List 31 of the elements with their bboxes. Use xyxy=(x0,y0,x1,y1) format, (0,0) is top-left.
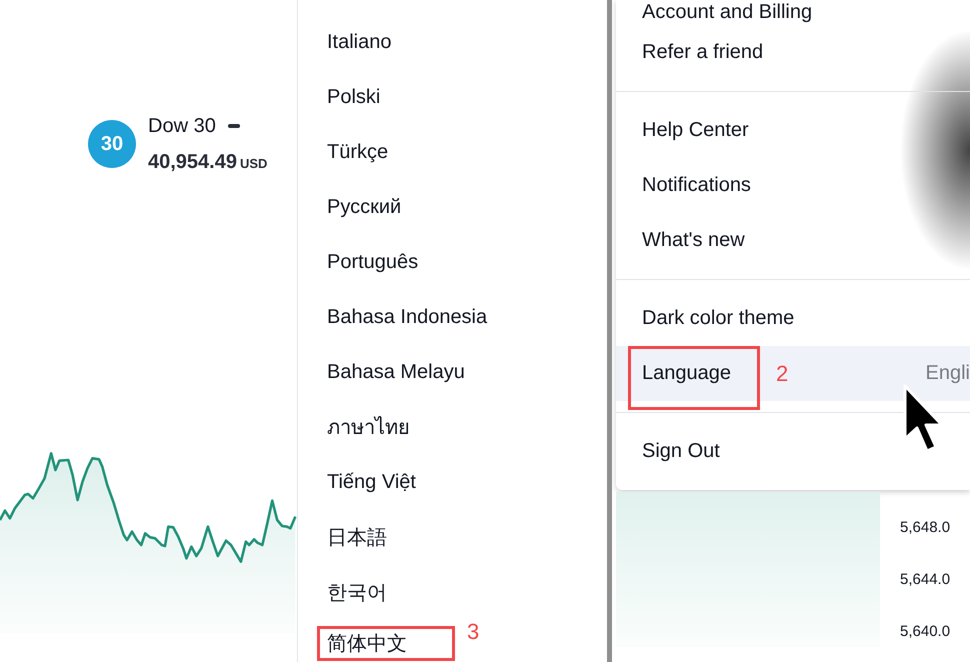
annotation-number: 2 xyxy=(776,360,788,386)
language-option[interactable]: Bahasa Indonesia xyxy=(298,303,607,331)
menu-item[interactable]: What's new xyxy=(616,213,970,268)
language-option[interactable]: 日本語 xyxy=(298,523,607,551)
language-option[interactable]: ภาษาไทย xyxy=(298,413,607,441)
menu-item[interactable]: Notifications xyxy=(616,158,970,213)
symbol-name: Dow 30 xyxy=(148,114,216,139)
annotation-number: 3 xyxy=(467,620,480,644)
menu-item-value: Engli xyxy=(926,362,970,385)
language-option[interactable]: Bahasa Melayu xyxy=(298,358,607,386)
language-option[interactable]: Italiano xyxy=(298,28,607,56)
menu-item[interactable]: Dark color theme xyxy=(616,291,970,346)
language-option[interactable]: 简体中文 3 xyxy=(298,620,607,661)
menu-item[interactable]: Refer a friend xyxy=(616,25,970,80)
price-axis-label: 5,640.0 xyxy=(900,622,950,642)
dash-icon xyxy=(228,124,240,128)
language-option[interactable]: Tiếng Việt xyxy=(298,468,607,496)
language-option[interactable]: Polski xyxy=(298,83,607,111)
price-axis-label: 5,644.0 xyxy=(900,570,950,590)
index-badge: 30 xyxy=(88,120,136,168)
menu-item[interactable]: Account and Billing xyxy=(616,0,970,25)
language-option[interactable]: Русский xyxy=(298,193,607,221)
menu-item[interactable]: Help Center xyxy=(616,103,970,158)
language-option[interactable]: Português xyxy=(298,248,607,276)
language-option[interactable]: 한국어 xyxy=(298,578,607,606)
language-option[interactable]: Türkçe xyxy=(298,138,607,166)
currency-label: USD xyxy=(240,156,268,171)
menu-item[interactable]: Language 2 Engli xyxy=(616,346,970,410)
price-axis-label: 5,648.0 xyxy=(900,518,950,538)
menu-item[interactable]: Sign Out xyxy=(616,424,970,479)
price-value: 40,954.49 xyxy=(148,150,237,175)
